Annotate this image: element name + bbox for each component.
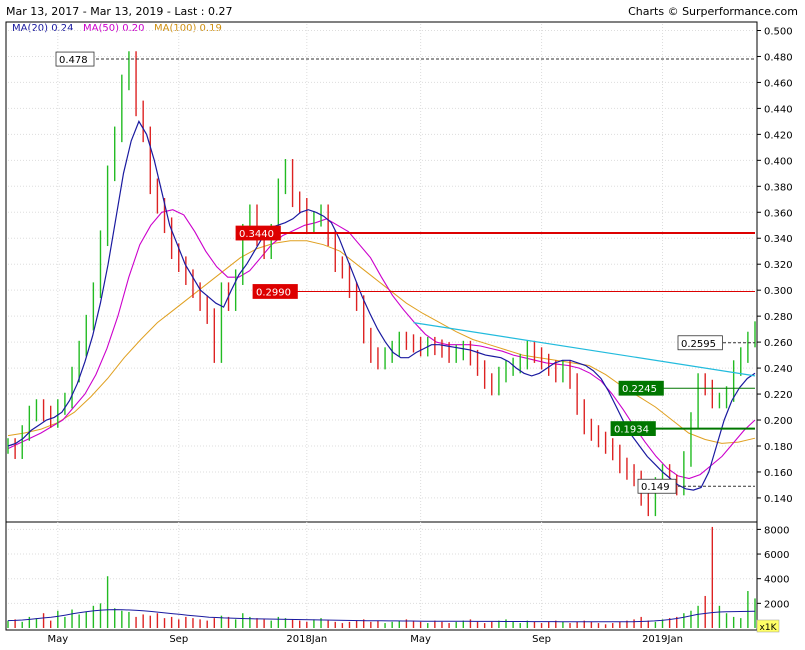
price-tick-label: 0.260 [764, 338, 793, 349]
price-tick-label: 0.140 [764, 494, 793, 505]
price-tick-label: 0.160 [764, 468, 793, 479]
price-tick-label: 0.240 [764, 364, 793, 375]
volume-tick-label: 6000 [764, 550, 789, 561]
volume-unit-label: x1K [760, 623, 778, 633]
level-label: 0.149 [641, 482, 670, 493]
price-tick-label: 0.420 [764, 130, 793, 141]
level-label: 0.478 [59, 55, 88, 66]
price-tick-label: 0.300 [764, 286, 793, 297]
level-label: 0.1934 [614, 425, 649, 436]
chart-period-title: Mar 13, 2017 - Mar 13, 2019 - Last : 0.2… [6, 5, 233, 18]
time-tick-label: May [410, 634, 431, 645]
price-tick-label: 0.460 [764, 78, 793, 89]
price-tick-label: 0.360 [764, 208, 793, 219]
price-tick-label: 0.440 [764, 104, 793, 115]
legend-ma20-label: MA(20) 0.24 [12, 23, 73, 34]
volume-tick-label: 2000 [764, 599, 789, 610]
time-tick-label: Sep [169, 634, 188, 645]
level-label: 0.3440 [239, 229, 274, 240]
price-tick-label: 0.320 [764, 260, 793, 271]
price-tick-label: 0.180 [764, 442, 793, 453]
price-tick-label: 0.200 [764, 416, 793, 427]
price-tick-label: 0.400 [764, 156, 793, 167]
time-tick-label: May [47, 634, 68, 645]
price-tick-label: 0.380 [764, 182, 793, 193]
time-tick-label: 2018Jan [286, 634, 327, 645]
level-label: 0.2595 [681, 339, 716, 350]
price-tick-label: 0.280 [764, 312, 793, 323]
price-tick-label: 0.220 [764, 390, 793, 401]
legend-ma100-label: MA(100) 0.19 [154, 23, 222, 34]
legend-ma50-label: MA(50) 0.20 [83, 23, 144, 34]
level-label: 0.2990 [256, 287, 291, 298]
time-tick-label: 2019Jan [642, 634, 683, 645]
level-label: 0.2245 [622, 384, 657, 395]
volume-tick-label: 4000 [764, 575, 789, 586]
stock-chart: Mar 13, 2017 - Mar 13, 2019 - Last : 0.2… [0, 0, 805, 650]
volume-tick-label: 8000 [764, 525, 789, 536]
price-tick-label: 0.340 [764, 234, 793, 245]
price-tick-label: 0.480 [764, 52, 793, 63]
price-tick-label: 0.500 [764, 26, 793, 37]
legend: MA(20) 0.24 MA(50) 0.20 MA(100) 0.19 [12, 23, 222, 34]
chart-copyright: Charts © Surperformance.com [628, 5, 798, 18]
time-tick-label: Sep [532, 634, 551, 645]
